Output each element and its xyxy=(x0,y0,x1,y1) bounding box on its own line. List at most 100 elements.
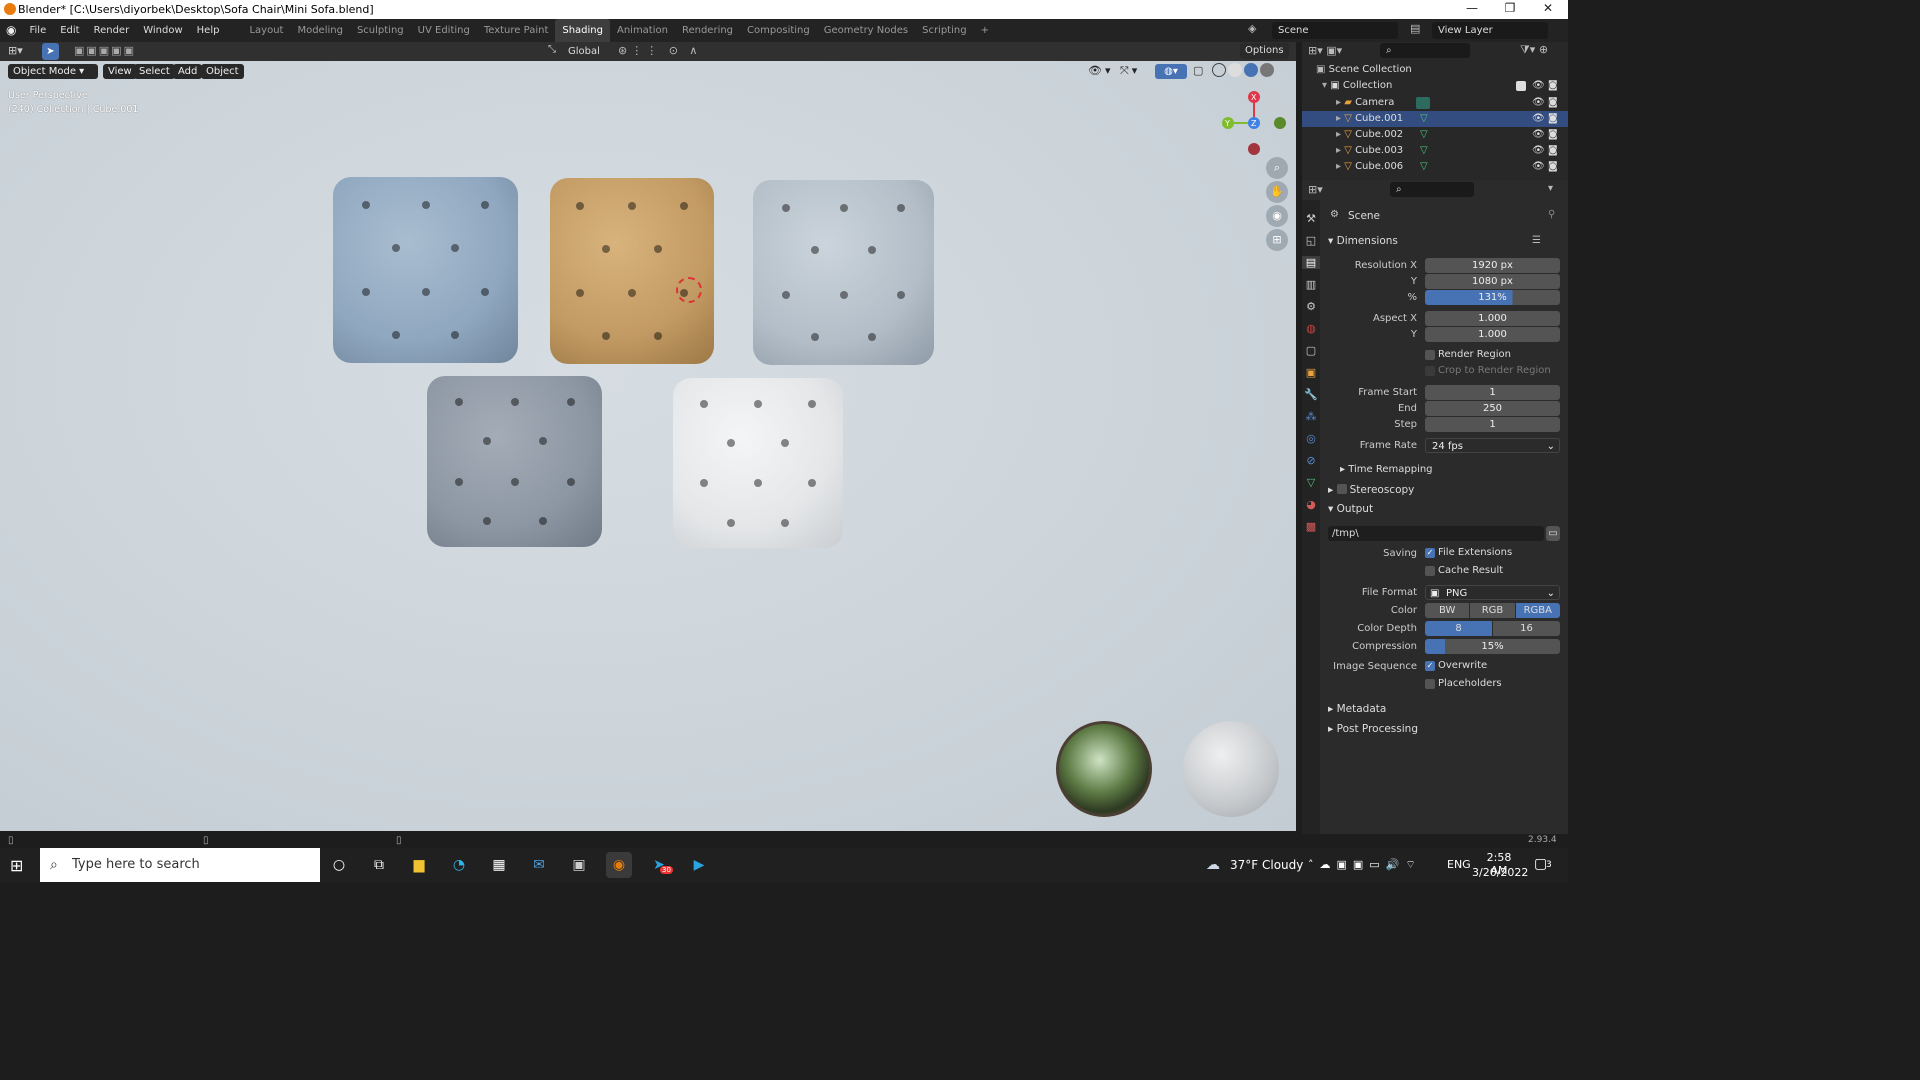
file-explorer-icon[interactable]: ▆ xyxy=(406,852,432,878)
mesh-data-icon[interactable]: ▽ xyxy=(1420,111,1428,127)
cache-result-checkbox[interactable] xyxy=(1425,566,1435,576)
camera-view-icon[interactable]: ◉ xyxy=(1266,205,1288,227)
menu-render[interactable]: Render xyxy=(87,19,137,42)
close-button[interactable]: ✕ xyxy=(1528,0,1568,19)
clock-date[interactable]: 3/20/2022 xyxy=(1472,866,1528,879)
gizmo-neg-y-axis[interactable] xyxy=(1274,117,1286,129)
menu-edit[interactable]: Edit xyxy=(53,19,86,42)
minimize-button[interactable]: — xyxy=(1452,0,1492,19)
cortana-icon[interactable]: ○ xyxy=(326,852,352,878)
tab-animation[interactable]: Animation xyxy=(610,19,675,42)
view-layer-icon[interactable]: ▤ xyxy=(1410,22,1420,35)
resolution-percent-slider[interactable]: 131% xyxy=(1425,290,1560,305)
render-icon[interactable]: ◙ xyxy=(1548,95,1558,111)
material-tab-icon[interactable]: ◕ xyxy=(1306,498,1316,511)
windows-start-icon[interactable]: ⊞ xyxy=(10,856,23,875)
camera-data-icon[interactable] xyxy=(1416,97,1430,109)
blender-menu-icon[interactable]: ◉ xyxy=(0,19,22,42)
post-processing-panel-header[interactable]: ▸ Post Processing xyxy=(1328,723,1418,735)
tool-tab-icon[interactable]: ⚒ xyxy=(1306,212,1316,225)
object-tab-icon[interactable]: ▣ xyxy=(1306,366,1316,379)
rendered-shading-icon[interactable] xyxy=(1260,63,1274,77)
render-tab-icon[interactable]: ◱ xyxy=(1306,234,1316,247)
visibility-icon[interactable]: 👁 xyxy=(1532,159,1545,175)
tab-compositing[interactable]: Compositing xyxy=(740,19,817,42)
collection-checkbox-icon[interactable] xyxy=(1516,81,1526,91)
visibility-icon[interactable]: 👁 xyxy=(1532,95,1545,111)
render-icon[interactable]: ◙ xyxy=(1548,143,1558,159)
overlay-toggle-icon[interactable]: ◍▾ xyxy=(1155,64,1187,79)
pouf-gray[interactable] xyxy=(427,376,602,547)
menu-file[interactable]: File xyxy=(22,19,53,42)
collection-visibility-icon[interactable]: 👁 xyxy=(1532,78,1545,94)
select-tool-icon[interactable]: ➤ xyxy=(42,43,59,60)
properties-search-icon[interactable]: ⌕ xyxy=(1390,182,1474,197)
outliner-item-cube-003[interactable]: ▸ ▽ Cube.003 ▽ 👁 ◙ xyxy=(1302,143,1568,159)
outliner-search-icon[interactable]: ⌕ xyxy=(1380,43,1470,58)
system-tray-icons[interactable]: ˄☁▣▣▭🔊⌔ xyxy=(1308,858,1422,872)
maximize-button[interactable]: ❐ xyxy=(1490,0,1530,19)
xray-toggle-icon[interactable]: ▢ xyxy=(1193,64,1205,77)
app-blue-icon[interactable]: ▶ xyxy=(686,852,712,878)
object-mode-dropdown[interactable]: Object Mode ▾ xyxy=(8,64,98,79)
frame-rate-dropdown[interactable]: 24 fps ⌄ xyxy=(1425,438,1560,453)
color-rgb-button[interactable]: RGB xyxy=(1470,603,1515,618)
aspect-y-field[interactable]: 1.000 xyxy=(1425,327,1560,342)
physics-tab-icon[interactable]: ◎ xyxy=(1306,432,1316,445)
properties-editor-icon[interactable]: ⊞▾ xyxy=(1308,183,1323,196)
tab-rendering[interactable]: Rendering xyxy=(675,19,740,42)
modifier-tab-icon[interactable]: 🔧 xyxy=(1304,388,1318,401)
time-remapping-header[interactable]: ▸ Time Remapping xyxy=(1340,464,1433,475)
material-shading-icon[interactable] xyxy=(1244,63,1258,77)
task-view-icon[interactable]: ⧉ xyxy=(366,852,392,878)
navigation-gizmo[interactable]: X Y Z xyxy=(1218,89,1288,155)
visibility-icon[interactable]: 👁 xyxy=(1532,111,1545,127)
color-rgba-button[interactable]: RGBA xyxy=(1515,603,1560,618)
scene-name-field[interactable]: Scene xyxy=(1272,22,1398,39)
tab-texture-paint[interactable]: Texture Paint xyxy=(477,19,556,42)
blender-taskbar-icon[interactable]: ◉ xyxy=(606,852,632,878)
tab-scripting[interactable]: Scripting xyxy=(915,19,973,42)
weather-text[interactable]: 37°F Cloudy xyxy=(1230,858,1303,872)
stereoscopy-checkbox[interactable] xyxy=(1336,484,1347,494)
outliner-item-cube-001[interactable]: ▸ ▽ Cube.001 ▽ 👁 ◙ xyxy=(1302,111,1568,127)
stereoscopy-header[interactable]: ▸ Stereoscopy xyxy=(1328,483,1414,496)
viewport-overlay-icons[interactable]: 👁▾ ⤧▾ xyxy=(1088,64,1140,78)
pouf-tan[interactable] xyxy=(550,178,714,364)
render-region-checkbox[interactable] xyxy=(1425,350,1435,360)
scene-selector-icon[interactable]: ◈ xyxy=(1248,22,1256,35)
pouf-blue[interactable] xyxy=(333,177,518,363)
outliner-scene-collection[interactable]: ▣ Scene Collection xyxy=(1302,62,1568,78)
particles-tab-icon[interactable]: ⁂ xyxy=(1306,410,1317,423)
color-depth-16-button[interactable]: 16 xyxy=(1493,621,1560,636)
tab-geometry-nodes[interactable]: Geometry Nodes xyxy=(817,19,915,42)
pin-icon[interactable]: ⚲ xyxy=(1548,209,1555,220)
presets-list-icon[interactable]: ☰ xyxy=(1532,235,1541,246)
editor-type-icon[interactable]: ⊞▾ xyxy=(8,44,23,57)
app-icon[interactable]: ▣ xyxy=(566,852,592,878)
folder-browse-icon[interactable]: ▭ xyxy=(1546,526,1560,541)
tab-shading[interactable]: Shading xyxy=(555,19,610,42)
weather-cloud-icon[interactable]: ☁ xyxy=(1206,857,1220,873)
taskbar-search-input[interactable]: ⌕ Type here to search xyxy=(40,848,320,882)
menu-help[interactable]: Help xyxy=(190,19,227,42)
tab-uv-editing[interactable]: UV Editing xyxy=(411,19,477,42)
constraints-tab-icon[interactable]: ⊘ xyxy=(1306,454,1315,467)
view-layer-field[interactable]: View Layer xyxy=(1432,22,1548,39)
mesh-data-icon[interactable]: ▽ xyxy=(1420,127,1428,143)
outliner-filter-icon[interactable]: ⧩▾ ⊕ xyxy=(1520,43,1548,57)
file-format-dropdown[interactable]: ▣ PNG ⌄ xyxy=(1425,585,1560,600)
render-icon[interactable]: ◙ xyxy=(1548,159,1558,175)
microsoft-store-icon[interactable]: ▦ xyxy=(486,852,512,878)
mesh-data-icon[interactable]: ▽ xyxy=(1420,159,1428,175)
render-icon[interactable]: ◙ xyxy=(1548,127,1558,143)
language-indicator[interactable]: ENG xyxy=(1447,858,1471,871)
3d-viewport[interactable]: User Perspective (240) Collection | Cube… xyxy=(0,61,1296,831)
visibility-icon[interactable]: 👁 xyxy=(1532,127,1545,143)
tab-sculpting[interactable]: Sculpting xyxy=(350,19,411,42)
tab-modeling[interactable]: Modeling xyxy=(290,19,350,42)
tab-layout[interactable]: Layout xyxy=(242,19,290,42)
output-path-field[interactable]: /tmp\ xyxy=(1328,526,1544,541)
outliner-item-cube-006[interactable]: ▸ ▽ Cube.006 ▽ 👁 ◙ xyxy=(1302,159,1568,175)
resolution-y-field[interactable]: 1080 px xyxy=(1425,274,1560,289)
